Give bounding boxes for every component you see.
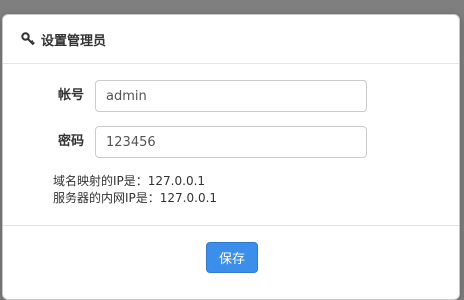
dialog-title: 设置管理员 — [41, 33, 107, 49]
admin-settings-dialog: 设置管理员 帐号 密码 域名映射的IP是：127.0.0.1 服务器的内网IP是… — [2, 14, 460, 300]
account-label: 帐号 — [57, 88, 84, 103]
domain-ip-text: 域名映射的IP是：127.0.0.1 — [53, 174, 206, 188]
ip-info: 域名映射的IP是：127.0.0.1 服务器的内网IP是：127.0.0.1 — [53, 173, 217, 207]
lan-ip-text: 服务器的内网IP是：127.0.0.1 — [53, 191, 218, 205]
account-row: 帐号 — [3, 80, 459, 112]
password-label: 密码 — [57, 134, 84, 149]
password-row: 密码 — [3, 126, 459, 158]
footer-divider — [3, 225, 459, 226]
key-icon — [20, 31, 36, 47]
password-input[interactable] — [95, 126, 367, 158]
dialog-header: 设置管理员 — [3, 15, 459, 64]
account-input[interactable] — [95, 80, 367, 112]
save-button[interactable]: 保存 — [206, 242, 258, 273]
